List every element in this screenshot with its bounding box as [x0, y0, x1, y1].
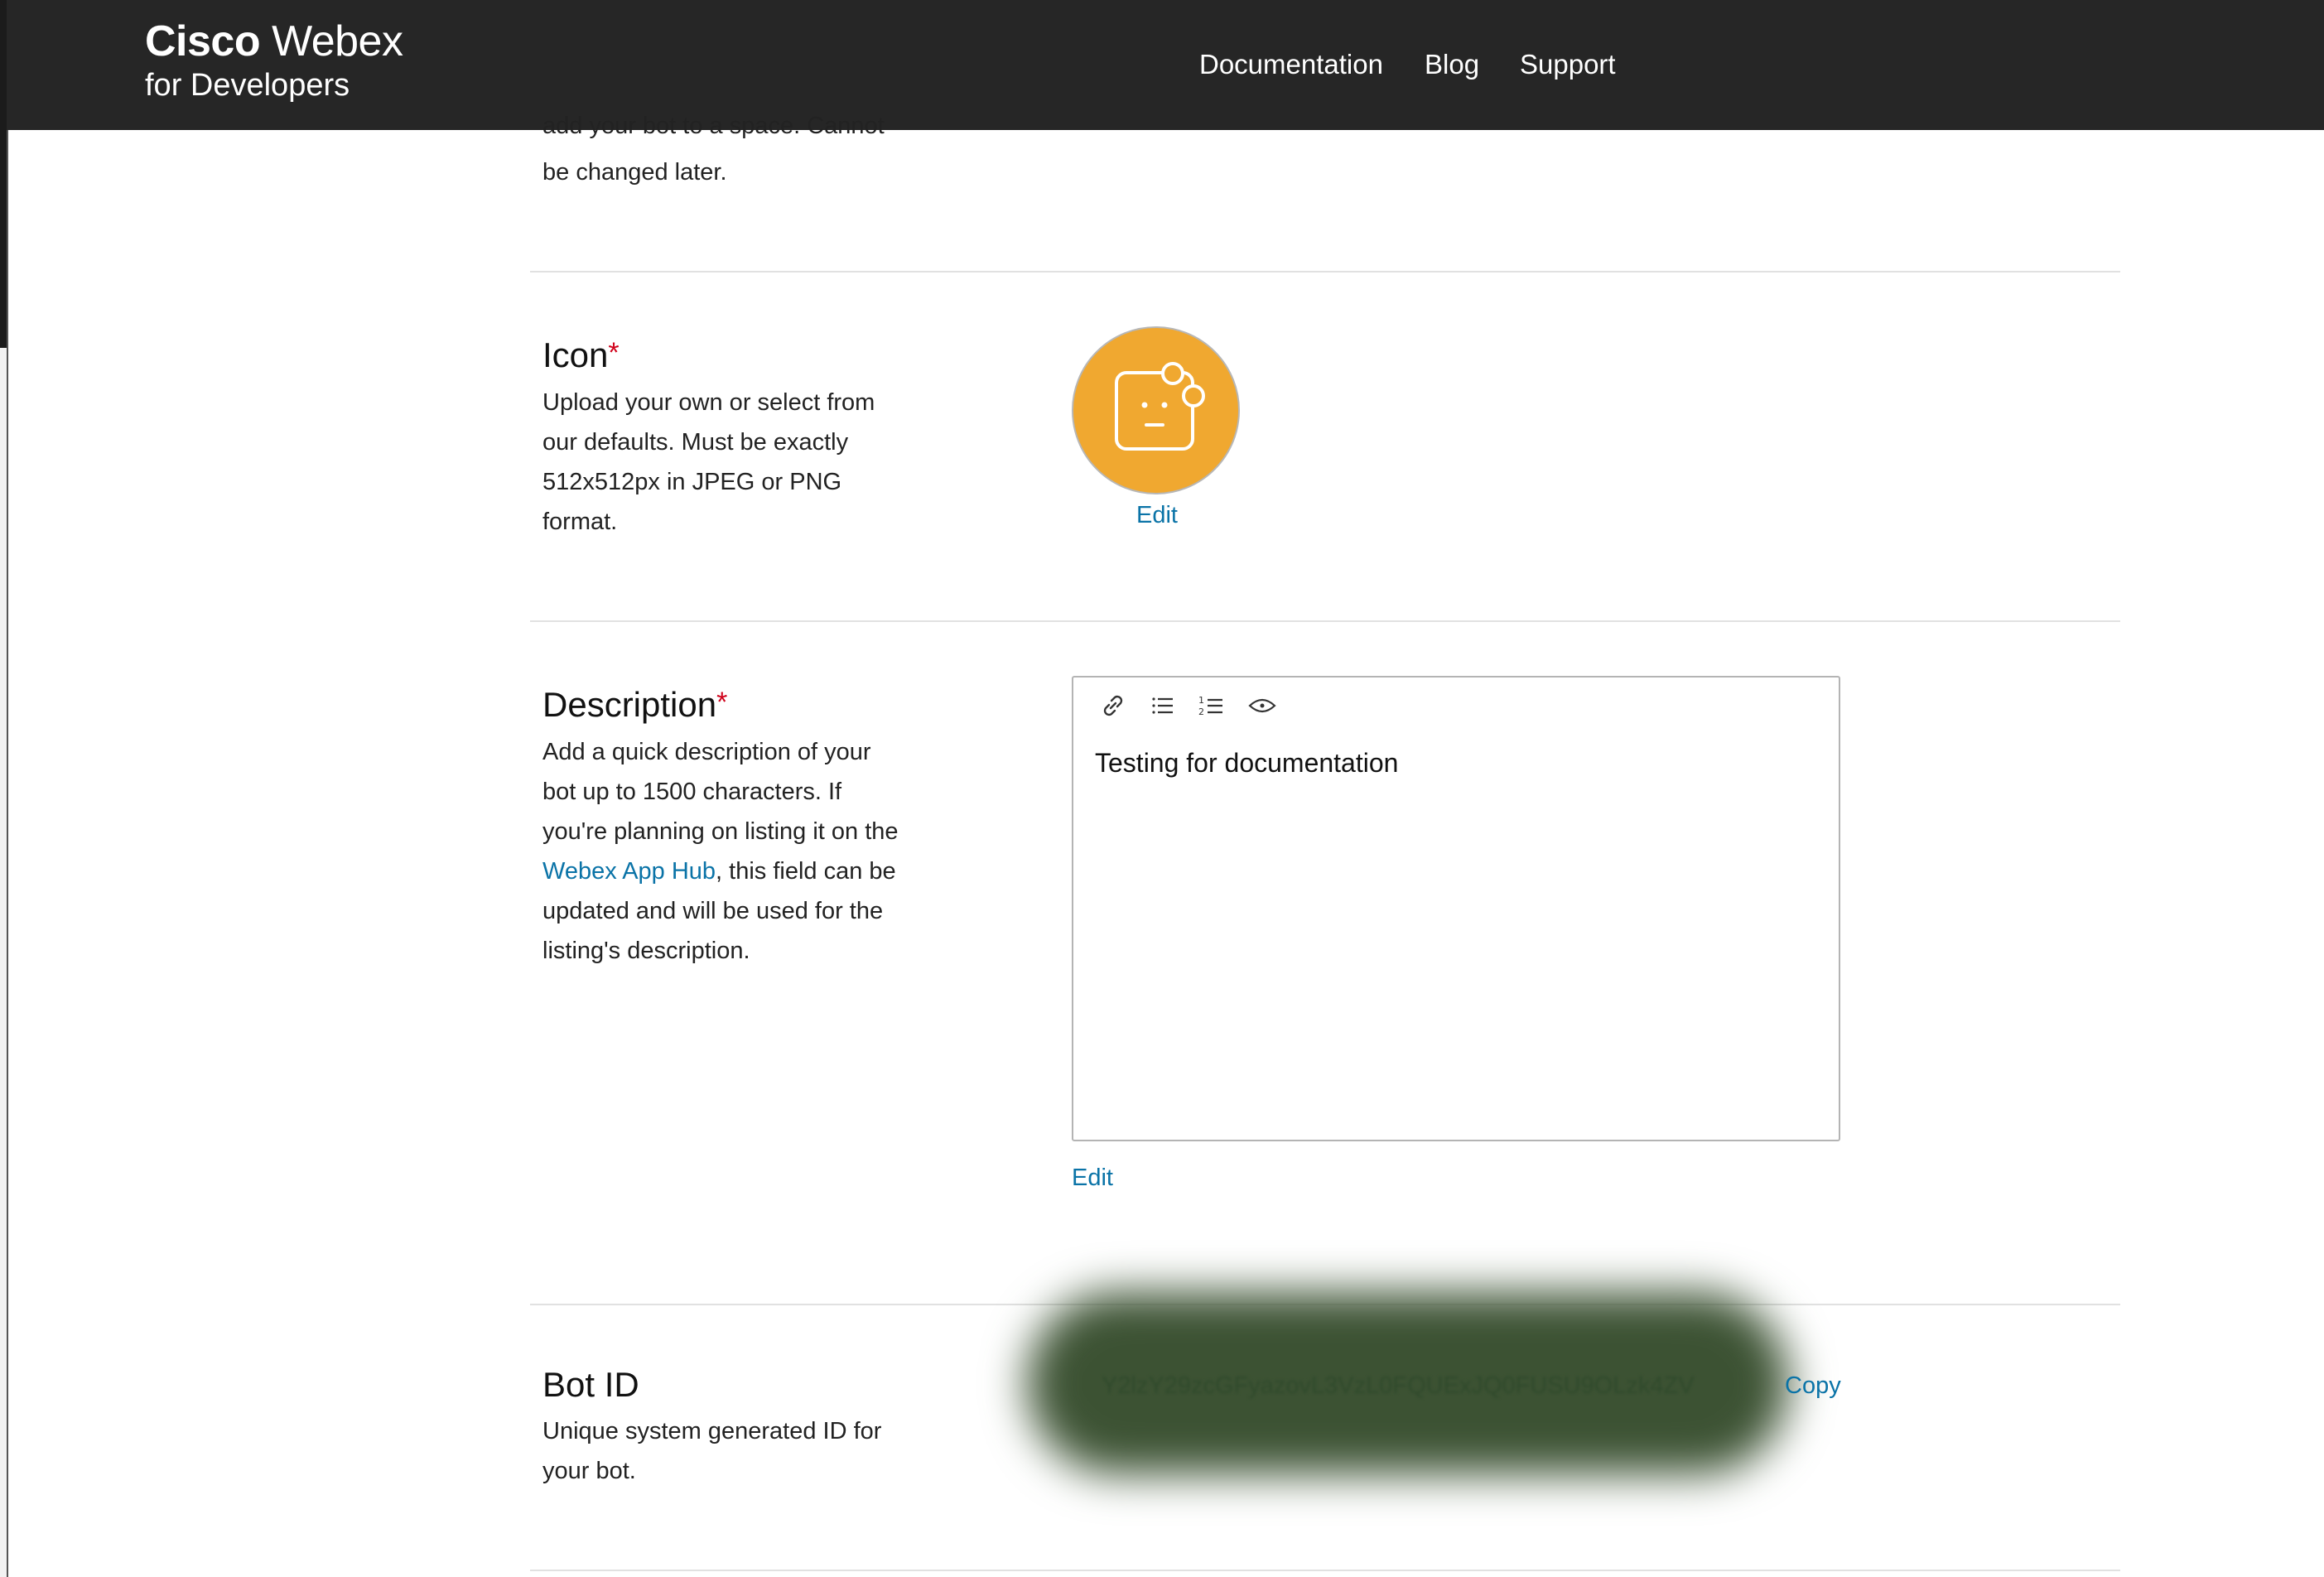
numbered-list-icon[interactable]: 1 2: [1196, 689, 1229, 722]
username-desc-partial: add your bot to a space. Cannot: [542, 113, 885, 139]
editor-content[interactable]: Testing for documentation: [1095, 745, 1398, 780]
bot-avatar[interactable]: [1072, 326, 1240, 494]
icon-edit-link[interactable]: Edit: [1136, 499, 1178, 532]
botid-value: Y2lzY29zcGFyazovL3VzL0FQUExJQ0FUSU9OLzk4…: [1102, 1372, 1695, 1399]
description-editor[interactable]: 1 2 Testing for documentation: [1072, 676, 1840, 1141]
bulleted-list-icon[interactable]: [1146, 689, 1179, 722]
section-divider: [530, 620, 2120, 622]
bot-details-form: add your bot to a space. Cannot be chang…: [0, 0, 2324, 1571]
section-divider: [530, 1570, 2120, 1571]
botid-section-desc: Unique system generated ID for your bot.: [542, 1418, 882, 1484]
svg-text:2: 2: [1198, 707, 1204, 717]
description-section-title: Description*: [542, 685, 728, 724]
icon-section-desc: Upload your own or select from our defau…: [542, 389, 875, 535]
description-edit-link[interactable]: Edit: [1072, 1161, 1113, 1194]
description-section-desc: Add a quick description of your bot up t…: [542, 739, 899, 964]
link-icon[interactable]: [1097, 689, 1130, 722]
copy-botid-button[interactable]: Copy: [1785, 1369, 1841, 1402]
botid-section-title: Bot ID: [542, 1365, 639, 1404]
preview-eye-icon[interactable]: [1246, 689, 1279, 722]
bot-face-icon: [1115, 362, 1205, 451]
svg-text:1: 1: [1198, 695, 1204, 706]
username-desc-line2: be changed later.: [542, 159, 727, 186]
section-divider: [530, 271, 2120, 272]
webex-app-hub-link[interactable]: Webex App Hub: [542, 858, 716, 885]
icon-section-title: Icon*: [542, 335, 620, 374]
